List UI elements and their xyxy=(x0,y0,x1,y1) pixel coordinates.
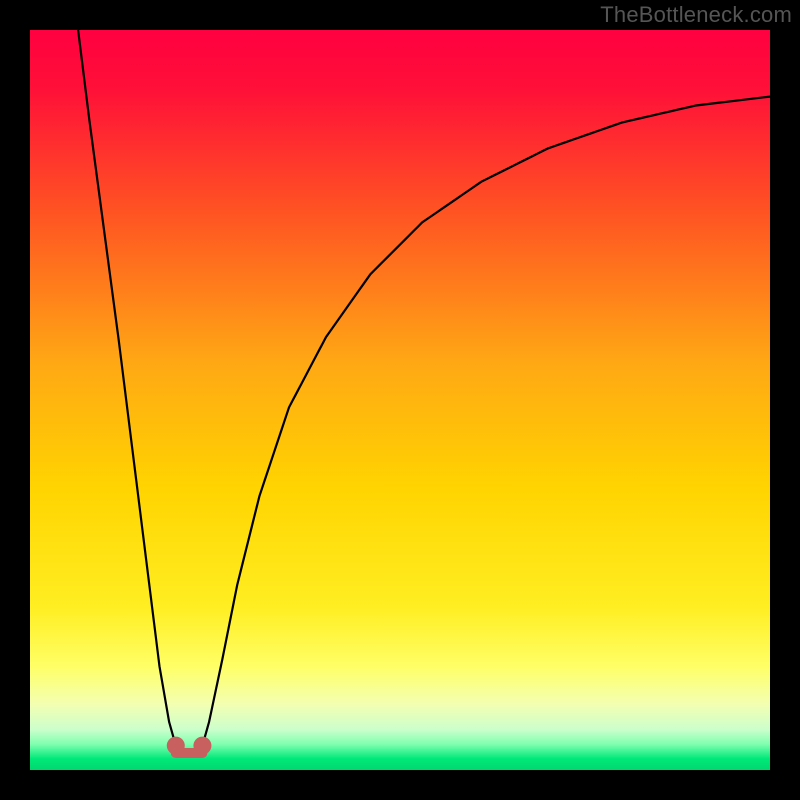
bottleneck-chart xyxy=(30,30,770,770)
plot-frame xyxy=(30,30,770,770)
marker-left-endpoint xyxy=(167,737,185,755)
watermark-text: TheBottleneck.com xyxy=(600,2,792,28)
marker-right-endpoint xyxy=(193,737,211,755)
gradient-background xyxy=(30,30,770,770)
